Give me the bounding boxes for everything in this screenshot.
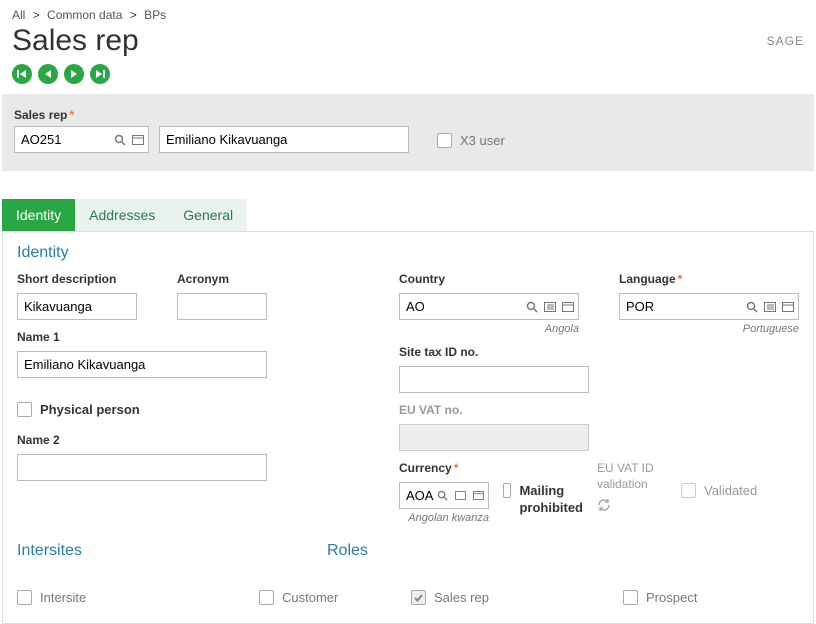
record-nav bbox=[0, 58, 816, 94]
eu-vat-input bbox=[399, 424, 589, 451]
intersites-section-title: Intersites bbox=[17, 542, 257, 560]
chevron-right-icon: > bbox=[33, 8, 40, 22]
page-title: Sales rep bbox=[12, 24, 139, 58]
search-icon[interactable] bbox=[113, 133, 127, 147]
prospect-checkbox[interactable] bbox=[623, 590, 638, 605]
name1-input[interactable] bbox=[17, 351, 267, 378]
acronym-input[interactable] bbox=[177, 293, 267, 320]
customer-label: Customer bbox=[282, 590, 338, 605]
country-label: Country bbox=[399, 272, 579, 286]
x3-user-checkbox[interactable] bbox=[437, 133, 452, 148]
sales-rep-name-input[interactable] bbox=[159, 126, 409, 153]
search-icon[interactable] bbox=[435, 489, 449, 503]
tab-general[interactable]: General bbox=[169, 199, 247, 231]
sales-rep-role-label: Sales rep bbox=[434, 590, 489, 605]
intersite-checkbox[interactable] bbox=[17, 590, 32, 605]
roles-section-title: Roles bbox=[327, 542, 799, 560]
next-record-button[interactable] bbox=[64, 64, 84, 84]
list-icon[interactable] bbox=[453, 489, 467, 503]
tab-identity[interactable]: Identity bbox=[2, 199, 75, 231]
breadcrumb: All > Common data > BPs bbox=[0, 0, 816, 24]
brand-label: SAGE bbox=[767, 34, 804, 48]
name2-input[interactable] bbox=[17, 454, 267, 481]
crumb-common-data[interactable]: Common data bbox=[47, 8, 122, 22]
search-icon[interactable] bbox=[525, 300, 539, 314]
refresh-icon[interactable] bbox=[597, 498, 611, 512]
prospect-label: Prospect bbox=[646, 590, 697, 605]
tab-addresses[interactable]: Addresses bbox=[75, 199, 169, 231]
x3-user-label: X3 user bbox=[460, 133, 505, 148]
customer-checkbox[interactable] bbox=[259, 590, 274, 605]
site-tax-label: Site tax ID no. bbox=[399, 345, 799, 359]
card-icon[interactable] bbox=[561, 300, 575, 314]
short-desc-label: Short description bbox=[17, 272, 137, 286]
list-icon[interactable] bbox=[543, 300, 557, 314]
eu-vat-id-label: EU VAT ID validation bbox=[597, 461, 667, 492]
intersite-label: Intersite bbox=[40, 590, 86, 605]
list-icon[interactable] bbox=[763, 300, 777, 314]
crumb-bps[interactable]: BPs bbox=[144, 8, 166, 22]
validated-label: Validated bbox=[704, 483, 757, 498]
name2-label: Name 2 bbox=[17, 433, 359, 447]
search-icon[interactable] bbox=[745, 300, 759, 314]
mailing-prohibited-checkbox[interactable] bbox=[503, 483, 511, 498]
country-subtext: Angola bbox=[399, 323, 579, 335]
currency-subtext: Angolan kwanza bbox=[399, 512, 489, 524]
card-icon[interactable] bbox=[471, 489, 485, 503]
header-band: Sales rep* X3 user bbox=[2, 94, 814, 171]
eu-vat-label: EU VAT no. bbox=[399, 403, 799, 417]
first-record-button[interactable] bbox=[12, 64, 32, 84]
sales-rep-label: Sales rep* bbox=[14, 108, 802, 122]
chevron-right-icon: > bbox=[130, 8, 137, 22]
language-label: Language* bbox=[619, 272, 799, 286]
site-tax-input[interactable] bbox=[399, 366, 589, 393]
identity-section-title: Identity bbox=[17, 244, 799, 262]
physical-person-label: Physical person bbox=[40, 402, 140, 417]
tabs: Identity Addresses General bbox=[2, 199, 814, 231]
physical-person-checkbox[interactable] bbox=[17, 402, 32, 417]
currency-label: Currency* bbox=[399, 461, 489, 475]
name1-label: Name 1 bbox=[17, 330, 359, 344]
crumb-all[interactable]: All bbox=[12, 8, 25, 22]
mailing-prohibited-label: Mailing prohibited bbox=[519, 483, 583, 517]
sales-rep-checkbox[interactable] bbox=[411, 590, 426, 605]
card-icon[interactable] bbox=[131, 133, 145, 147]
identity-panel: Identity Short description Acronym Name … bbox=[2, 231, 814, 624]
prev-record-button[interactable] bbox=[38, 64, 58, 84]
last-record-button[interactable] bbox=[90, 64, 110, 84]
acronym-label: Acronym bbox=[177, 272, 267, 286]
card-icon[interactable] bbox=[781, 300, 795, 314]
short-desc-input[interactable] bbox=[17, 293, 137, 320]
validated-checkbox bbox=[681, 483, 696, 498]
language-subtext: Portuguese bbox=[619, 323, 799, 335]
